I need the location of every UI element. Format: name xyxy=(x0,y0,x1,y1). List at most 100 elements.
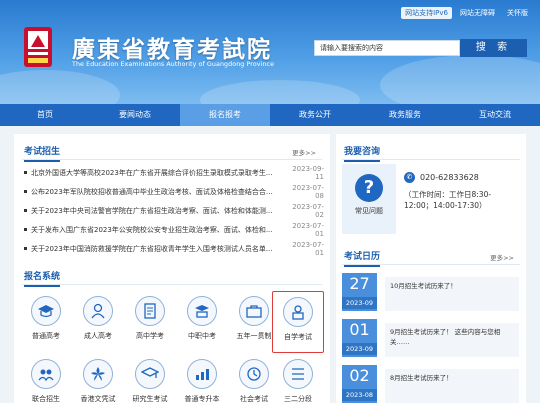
calendar-text[interactable]: 9月招生考试历来了！ 这些内容与您相关…… xyxy=(385,323,519,357)
sys-item-label: 三二分段 xyxy=(284,395,312,403)
care-mode-link[interactable]: 关怀版 xyxy=(503,7,532,19)
nav-enroll[interactable]: 报名报考 xyxy=(180,104,270,126)
news-title[interactable]: 北京外国语大学等高校2023年在广东省开展综合评价招生录取模式录取考生... xyxy=(31,168,278,178)
calendar-date: 02 2023-08 xyxy=(342,365,377,403)
sys-item-hkdse[interactable]: 香港文凭试 xyxy=(72,359,124,403)
sys-item-label: 自学考试 xyxy=(284,333,312,341)
nav-home[interactable]: 首页 xyxy=(0,104,90,126)
nav-gov-service[interactable]: 政务服务 xyxy=(360,104,450,126)
calendar-item[interactable]: 27 2023-09 10月招生考试历来了！ xyxy=(342,273,522,315)
news-title[interactable]: 关于发布入围广东省2023年公安院校公安专业招生政治考察、面试、体检和... xyxy=(31,225,278,235)
sys-item-zhongkao[interactable]: 中职中考 xyxy=(176,296,228,356)
more-link[interactable]: 更多>> xyxy=(292,147,316,157)
calendar-item[interactable]: 02 2023-08 8月招生考试历来了！ xyxy=(342,365,522,403)
group-icon xyxy=(31,359,61,389)
question-icon: ? xyxy=(355,174,383,202)
accessibility-link[interactable]: 网站无障碍 xyxy=(456,7,499,19)
consult-box: ? 常见问题 ✆ 020-62833628 （工作时间：工作日8:30- 12:… xyxy=(342,164,524,234)
bullet-icon xyxy=(24,190,27,193)
sys-item-adult[interactable]: 成人高考 xyxy=(72,296,124,356)
left-panel: 考试招生 更多>> 北京外国语大学等高校2023年在广东省开展综合评价招生录取模… xyxy=(14,134,330,403)
hours-line: （工作时间：工作日8:30- xyxy=(404,190,492,199)
calendar-date: 01 2023-09 xyxy=(342,319,377,357)
chart-icon xyxy=(187,359,217,389)
bauhinia-icon xyxy=(83,359,113,389)
phone-icon: ✆ xyxy=(404,172,415,183)
sys-item-label: 联合招生 xyxy=(32,395,60,403)
sys-item-gaokao[interactable]: 普通高考 xyxy=(20,296,72,356)
calendar-header: 考试日历 更多>> xyxy=(342,245,520,267)
sys-item-joint[interactable]: 联合招生 xyxy=(20,359,72,403)
sys-header: 报名系统 xyxy=(22,265,322,287)
nav-interaction[interactable]: 互动交流 xyxy=(450,104,540,126)
document-icon xyxy=(135,296,165,326)
sys-item-xueke[interactable]: 高中学考 xyxy=(124,296,176,356)
sys-item-label: 普通专升本 xyxy=(184,395,220,403)
split-icon xyxy=(283,359,313,389)
list-item[interactable]: 关于2023年中央司法警官学院在广东省招生政治考察、面试、体检和体能测... 2… xyxy=(24,201,324,220)
news-date: 2023-07-01 xyxy=(292,240,324,257)
search-button[interactable]: 搜 索 xyxy=(460,39,527,57)
calendar-item[interactable]: 01 2023-09 9月招生考试历来了！ 这些内容与您相关…… xyxy=(342,319,522,361)
ipv6-link[interactable]: 网站支持IPv6 xyxy=(401,7,452,19)
calendar-date: 27 2023-09 xyxy=(342,273,377,311)
sys-item-three-two[interactable]: 三二分段 xyxy=(272,359,324,403)
news-date: 2023-07-02 xyxy=(292,202,324,219)
faq-button[interactable]: ? 常见问题 xyxy=(342,164,396,234)
nav-news[interactable]: 要闻动态 xyxy=(90,104,180,126)
news-title[interactable]: 公布2023年军队院校招收普通高中毕业生政治考核、面试及体格检查结合合格... xyxy=(31,187,278,197)
list-item[interactable]: 关于发布入围广东省2023年公安院校公安专业招生政治考察、面试、体检和... 2… xyxy=(24,220,324,239)
calendar-text[interactable]: 10月招生考试历来了！ xyxy=(385,277,519,311)
cloud-decoration xyxy=(380,55,540,104)
calendar-day: 02 xyxy=(349,366,370,385)
news-title[interactable]: 关于2023年中国消防救援学院在广东省招收青年学生入围考核测试人员名单... xyxy=(31,244,278,254)
faq-label: 常见问题 xyxy=(355,207,383,215)
site-title: 廣東省教育考試院 xyxy=(72,36,272,63)
sys-item-upgrade[interactable]: 普通专升本 xyxy=(176,359,228,403)
contact-info: ✆ 020-62833628 （工作时间：工作日8:30- 12:00；14:0… xyxy=(404,172,491,211)
sys-item-postgrad[interactable]: 研究生考试 xyxy=(124,359,176,403)
list-item[interactable]: 关于2023年中国消防救援学院在广东省招收青年学生入围考核测试人员名单... 2… xyxy=(24,239,324,258)
calendar-day: 01 xyxy=(349,320,370,339)
phone-row: ✆ 020-62833628 xyxy=(404,172,491,183)
sys-item-label: 中职中考 xyxy=(188,332,216,340)
cloud-decoration xyxy=(0,70,120,104)
phone-number: 020-62833628 xyxy=(420,173,479,182)
sys-item-label: 研究生考试 xyxy=(132,395,168,403)
main-nav: 首页 要闻动态 报名报考 政务公开 政务服务 互动交流 xyxy=(0,104,540,126)
cap-icon xyxy=(135,359,165,389)
sys-item-label: 普通高考 xyxy=(32,332,60,340)
briefcase-icon xyxy=(239,296,269,326)
section-title: 报名系统 xyxy=(24,269,61,287)
bullet-icon xyxy=(24,228,27,231)
hours-line: 12:00；14:00-17:30） xyxy=(404,201,487,210)
cap-book-icon xyxy=(187,296,217,326)
bullet-icon xyxy=(24,171,27,174)
section-title: 考试招生 xyxy=(24,144,61,162)
graduation-cap-icon xyxy=(31,296,61,326)
news-date: 2023-09-11 xyxy=(292,164,324,181)
calendar-month: 2023-09 xyxy=(342,343,377,355)
top-links: 网站支持IPv6 网站无障碍 关怀版 xyxy=(401,7,532,19)
section-title: 考试日历 xyxy=(344,249,381,267)
exam-enroll-header: 考试招生 更多>> xyxy=(22,140,322,162)
search-input[interactable]: 请输入要搜索的内容 xyxy=(314,40,460,56)
news-title[interactable]: 关于2023年中央司法警官学院在广东省招生政治考察、面试、体检和体能测... xyxy=(31,206,278,216)
bullet-icon xyxy=(24,247,27,250)
list-item[interactable]: 北京外国语大学等高校2023年在广东省开展综合评价招生录取模式录取考生... 2… xyxy=(24,163,324,182)
calendar-month: 2023-08 xyxy=(342,389,377,401)
sys-item-label: 成人高考 xyxy=(84,332,112,340)
nav-gov-public[interactable]: 政务公开 xyxy=(270,104,360,126)
sys-item-label: 高中学考 xyxy=(136,332,164,340)
site-subtitle: The Education Examinations Authority of … xyxy=(72,61,275,68)
list-item[interactable]: 公布2023年军队院校招收普通高中毕业生政治考核、面试及体格检查结合合格... … xyxy=(24,182,324,201)
calendar-day: 27 xyxy=(349,274,370,293)
news-list: 北京外国语大学等高校2023年在广东省开展综合评价招生录取模式录取考生... 2… xyxy=(24,163,324,258)
section-title: 我要咨询 xyxy=(344,144,381,162)
calendar-text[interactable]: 8月招生考试历来了！ xyxy=(385,369,519,403)
sys-item-self-study[interactable]: 自学考试 xyxy=(272,291,324,353)
site-header: 网站支持IPv6 网站无障碍 关怀版 廣東省教育考試院 The Educatio… xyxy=(0,0,540,104)
cloud-decoration xyxy=(200,80,360,104)
consult-header: 我要咨询 xyxy=(342,140,520,162)
more-link[interactable]: 更多>> xyxy=(490,252,514,262)
